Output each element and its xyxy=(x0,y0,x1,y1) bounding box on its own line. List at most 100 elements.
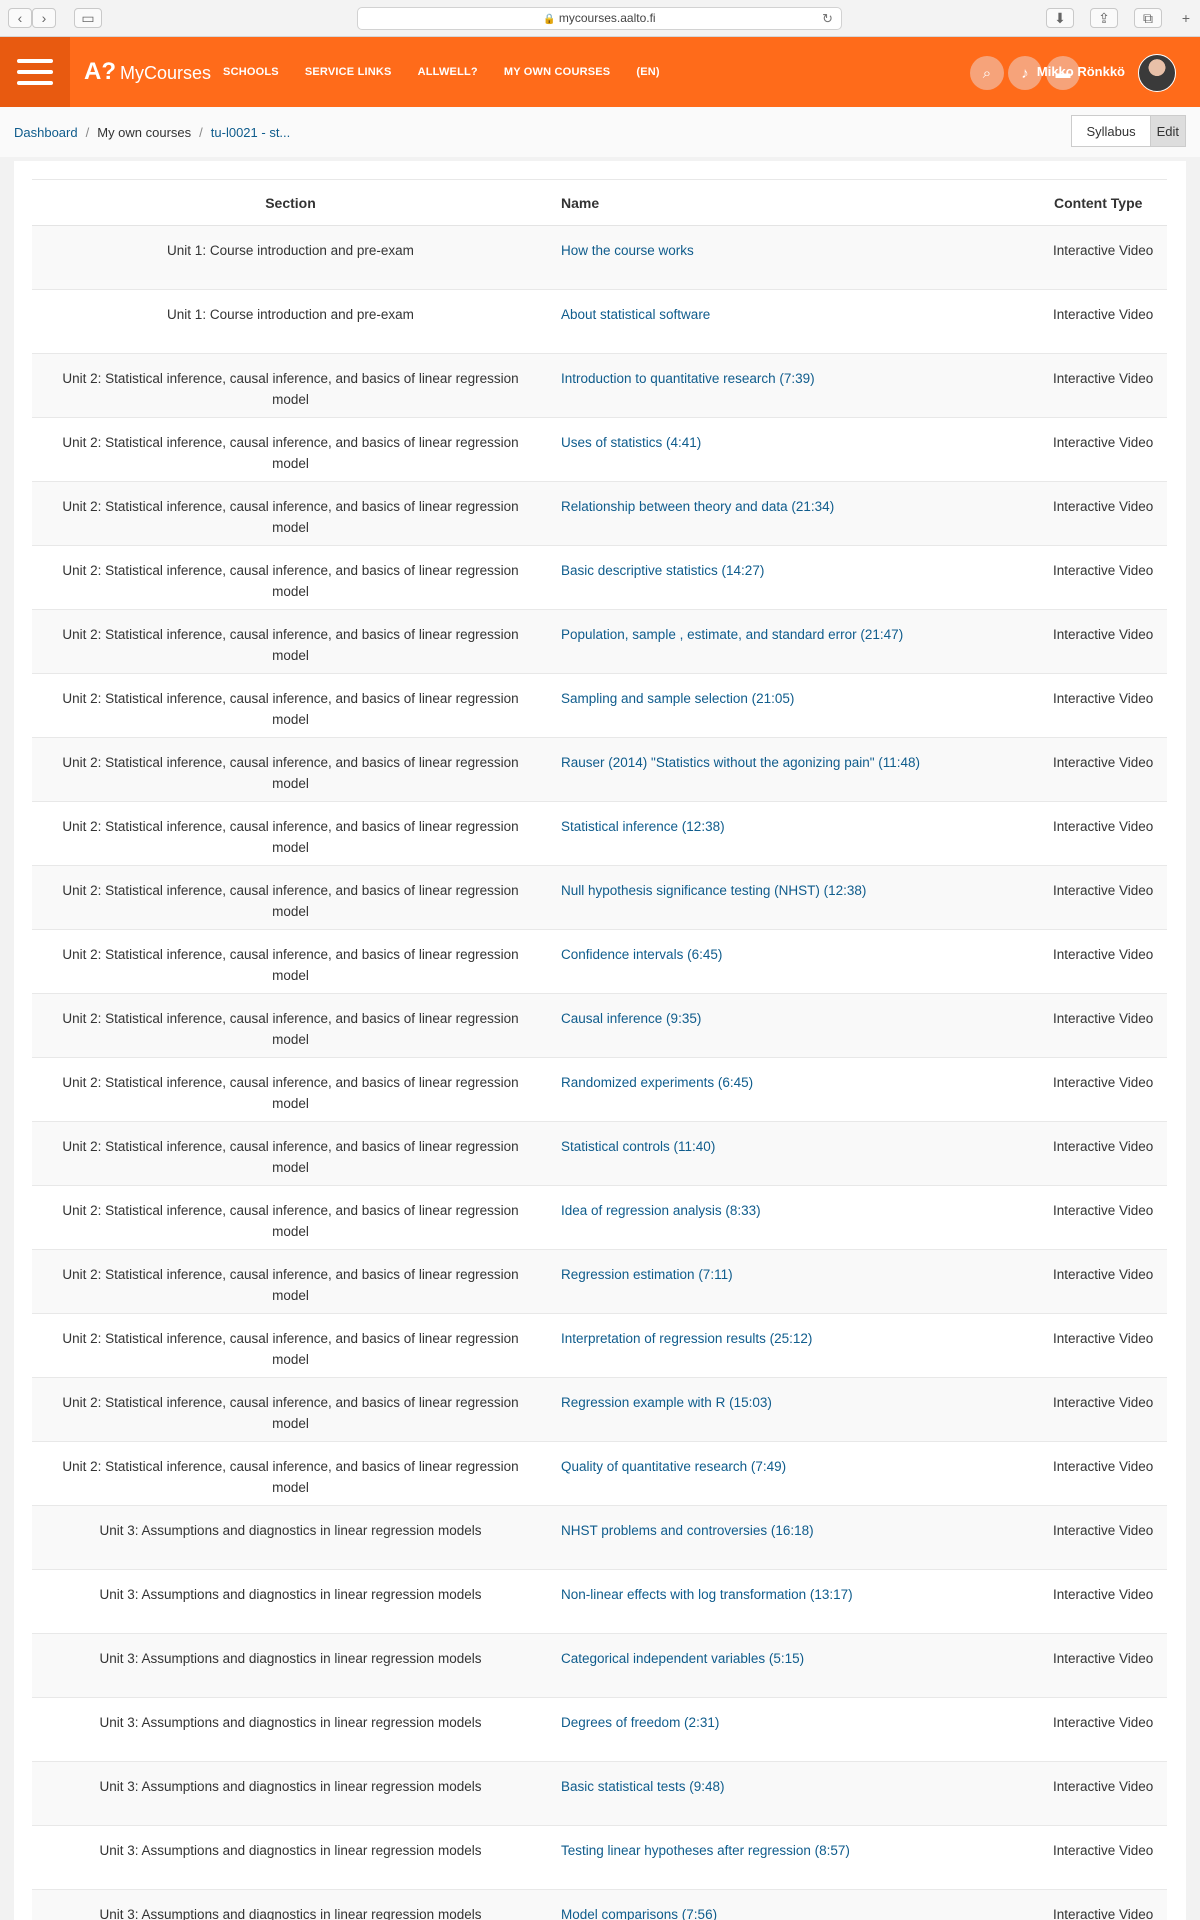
row-name-link[interactable]: NHST problems and controversies (16:18) xyxy=(561,1523,814,1538)
row-name-link[interactable]: Basic statistical tests (9:48) xyxy=(561,1779,725,1794)
row-content-type: Interactive Video xyxy=(1053,1715,1154,1730)
nav-language[interactable]: (EN) xyxy=(636,66,659,78)
table-row: Unit 3: Assumptions and diagnostics in l… xyxy=(32,1633,1167,1698)
user-name[interactable]: Mikko Rönkkö xyxy=(1037,64,1125,79)
row-name-cell: NHST problems and controversies (16:18) xyxy=(549,1506,1053,1570)
row-name-link[interactable]: Interpretation of regression results (25… xyxy=(561,1331,812,1346)
row-section: Unit 3: Assumptions and diagnostics in l… xyxy=(99,1651,482,1666)
row-name-link[interactable]: Degrees of freedom (2:31) xyxy=(561,1715,719,1730)
row-content-type: Interactive Video xyxy=(1053,627,1154,642)
row-name-link[interactable]: Idea of regression analysis (8:33) xyxy=(561,1203,761,1218)
row-name-link[interactable]: Confidence intervals (6:45) xyxy=(561,947,722,962)
row-name-cell: Introduction to quantitative research (7… xyxy=(549,354,1053,418)
row-section: Unit 2: Statistical inference, causal in… xyxy=(62,499,519,535)
row-name-cell: Regression example with R (15:03) xyxy=(549,1378,1053,1442)
table-row: Unit 2: Statistical inference, causal in… xyxy=(32,1377,1167,1442)
row-section: Unit 2: Statistical inference, causal in… xyxy=(62,435,519,471)
breadcrumb-my-own-courses[interactable]: My own courses xyxy=(97,125,191,140)
nav-schools[interactable]: SCHOOLS xyxy=(223,66,279,78)
row-section: Unit 2: Statistical inference, causal in… xyxy=(62,691,519,727)
row-name-link[interactable]: Categorical independent variables (5:15) xyxy=(561,1651,804,1666)
column-header-name[interactable]: Name xyxy=(549,179,1053,226)
table-row: Unit 2: Statistical inference, causal in… xyxy=(32,930,1167,994)
row-name-cell: Degrees of freedom (2:31) xyxy=(549,1698,1053,1762)
table-row: Unit 2: Statistical inference, causal in… xyxy=(32,802,1167,866)
edit-button[interactable]: Edit xyxy=(1150,115,1186,147)
row-section: Unit 1: Course introduction and pre-exam xyxy=(167,307,414,322)
row-section: Unit 2: Statistical inference, causal in… xyxy=(62,755,519,791)
breadcrumb-course[interactable]: tu-l0021 - st... xyxy=(211,125,290,140)
row-section: Unit 2: Statistical inference, causal in… xyxy=(62,371,519,407)
url-text: mycourses.aalto.fi xyxy=(558,11,656,25)
tabs-icon[interactable]: ⧉ xyxy=(1134,8,1162,28)
table-header-row: Section Name Content Type xyxy=(32,179,1167,226)
row-content-type: Interactive Video xyxy=(1053,819,1154,834)
row-name-link[interactable]: Statistical controls (11:40) xyxy=(561,1139,715,1154)
row-section: Unit 3: Assumptions and diagnostics in l… xyxy=(99,1587,482,1602)
breadcrumb-dashboard[interactable]: Dashboard xyxy=(14,125,78,140)
row-content-type: Interactive Video xyxy=(1053,1587,1154,1602)
row-name-link[interactable]: Randomized experiments (6:45) xyxy=(561,1075,753,1090)
column-header-section[interactable]: Section xyxy=(32,179,549,226)
row-name-link[interactable]: Non-linear effects with log transformati… xyxy=(561,1587,853,1602)
row-name-link[interactable]: How the course works xyxy=(561,243,694,258)
row-section: Unit 2: Statistical inference, causal in… xyxy=(62,1459,519,1495)
row-name-cell: Uses of statistics (4:41) xyxy=(549,418,1053,482)
row-name-link[interactable]: Relationship between theory and data (21… xyxy=(561,499,834,514)
row-content-type: Interactive Video xyxy=(1053,1075,1154,1090)
breadcrumb-separator: / xyxy=(85,124,90,140)
nav-service-links[interactable]: SERVICE LINKS xyxy=(305,66,392,78)
share-icon[interactable]: ⇪ xyxy=(1090,8,1118,28)
row-name-link[interactable]: Regression estimation (7:11) xyxy=(561,1267,733,1282)
search-icon[interactable]: ⌕ xyxy=(970,56,1004,90)
table-row: Unit 2: Statistical inference, causal in… xyxy=(32,1186,1167,1250)
address-bar[interactable]: 🔒 mycourses.aalto.fi ↻ xyxy=(357,7,842,30)
row-content-type: Interactive Video xyxy=(1053,307,1154,322)
brand-name: MyCourses xyxy=(120,63,212,83)
new-tab-icon[interactable]: + xyxy=(1174,8,1198,28)
row-name-link[interactable]: Null hypothesis significance testing (NH… xyxy=(561,883,866,898)
row-name-cell: Null hypothesis significance testing (NH… xyxy=(549,866,1053,930)
row-name-cell: Non-linear effects with log transformati… xyxy=(549,1570,1053,1634)
row-section: Unit 3: Assumptions and diagnostics in l… xyxy=(99,1779,482,1794)
row-name-link[interactable]: About statistical software xyxy=(561,307,710,322)
table-row: Unit 2: Statistical inference, causal in… xyxy=(32,609,1167,674)
site-logo[interactable]: A? MyCourses xyxy=(84,58,211,86)
row-name-link[interactable]: Causal inference (9:35) xyxy=(561,1011,701,1026)
table-row: Unit 3: Assumptions and diagnostics in l… xyxy=(32,1826,1167,1890)
row-name-link[interactable]: Rauser (2014) "Statistics without the ag… xyxy=(561,755,920,770)
avatar[interactable] xyxy=(1138,54,1176,92)
row-name-link[interactable]: Uses of statistics (4:41) xyxy=(561,435,701,450)
row-name-link[interactable]: Testing linear hypotheses after regressi… xyxy=(561,1843,850,1858)
nav-my-own-courses[interactable]: MY OWN COURSES xyxy=(504,66,611,78)
table-row: Unit 2: Statistical inference, causal in… xyxy=(32,1121,1167,1186)
breadcrumb: Dashboard / My own courses / tu-l0021 - … xyxy=(0,107,1200,157)
row-name-link[interactable]: Basic descriptive statistics (14:27) xyxy=(561,563,764,578)
row-section: Unit 2: Statistical inference, causal in… xyxy=(62,947,519,983)
row-name-link[interactable]: Introduction to quantitative research (7… xyxy=(561,371,815,386)
nav-allwell[interactable]: ALLWELL? xyxy=(418,66,478,78)
download-icon[interactable]: ⬇ xyxy=(1046,8,1074,28)
row-name-cell: Statistical controls (11:40) xyxy=(549,1122,1053,1186)
sidebar-toggle-icon[interactable]: ▭ xyxy=(74,8,102,28)
back-icon[interactable]: ‹ xyxy=(8,8,32,28)
content-card: Section Name Content Type Unit 1: Course… xyxy=(14,161,1186,1920)
column-header-content-type[interactable]: Content Type xyxy=(1053,179,1167,226)
forward-icon[interactable]: › xyxy=(32,8,56,28)
row-name-link[interactable]: Regression example with R (15:03) xyxy=(561,1395,772,1410)
menu-icon[interactable] xyxy=(0,37,70,107)
breadcrumb-separator: / xyxy=(199,124,203,140)
reload-icon[interactable]: ↻ xyxy=(822,8,833,29)
row-name-link[interactable]: Quality of quantitative research (7:49) xyxy=(561,1459,786,1474)
table-row: Unit 2: Statistical inference, causal in… xyxy=(32,737,1167,802)
table-row: Unit 3: Assumptions and diagnostics in l… xyxy=(32,1761,1167,1826)
row-content-type: Interactive Video xyxy=(1053,1139,1154,1154)
row-content-type: Interactive Video xyxy=(1053,371,1154,386)
row-name-link[interactable]: Population, sample , estimate, and stand… xyxy=(561,627,903,642)
row-name-link[interactable]: Statistical inference (12:38) xyxy=(561,819,725,834)
syllabus-button[interactable]: Syllabus xyxy=(1071,115,1151,147)
row-name-link[interactable]: Model comparisons (7:56) xyxy=(561,1907,717,1920)
row-content-type: Interactive Video xyxy=(1053,947,1154,962)
row-section: Unit 2: Statistical inference, causal in… xyxy=(62,1011,519,1047)
row-name-link[interactable]: Sampling and sample selection (21:05) xyxy=(561,691,794,706)
